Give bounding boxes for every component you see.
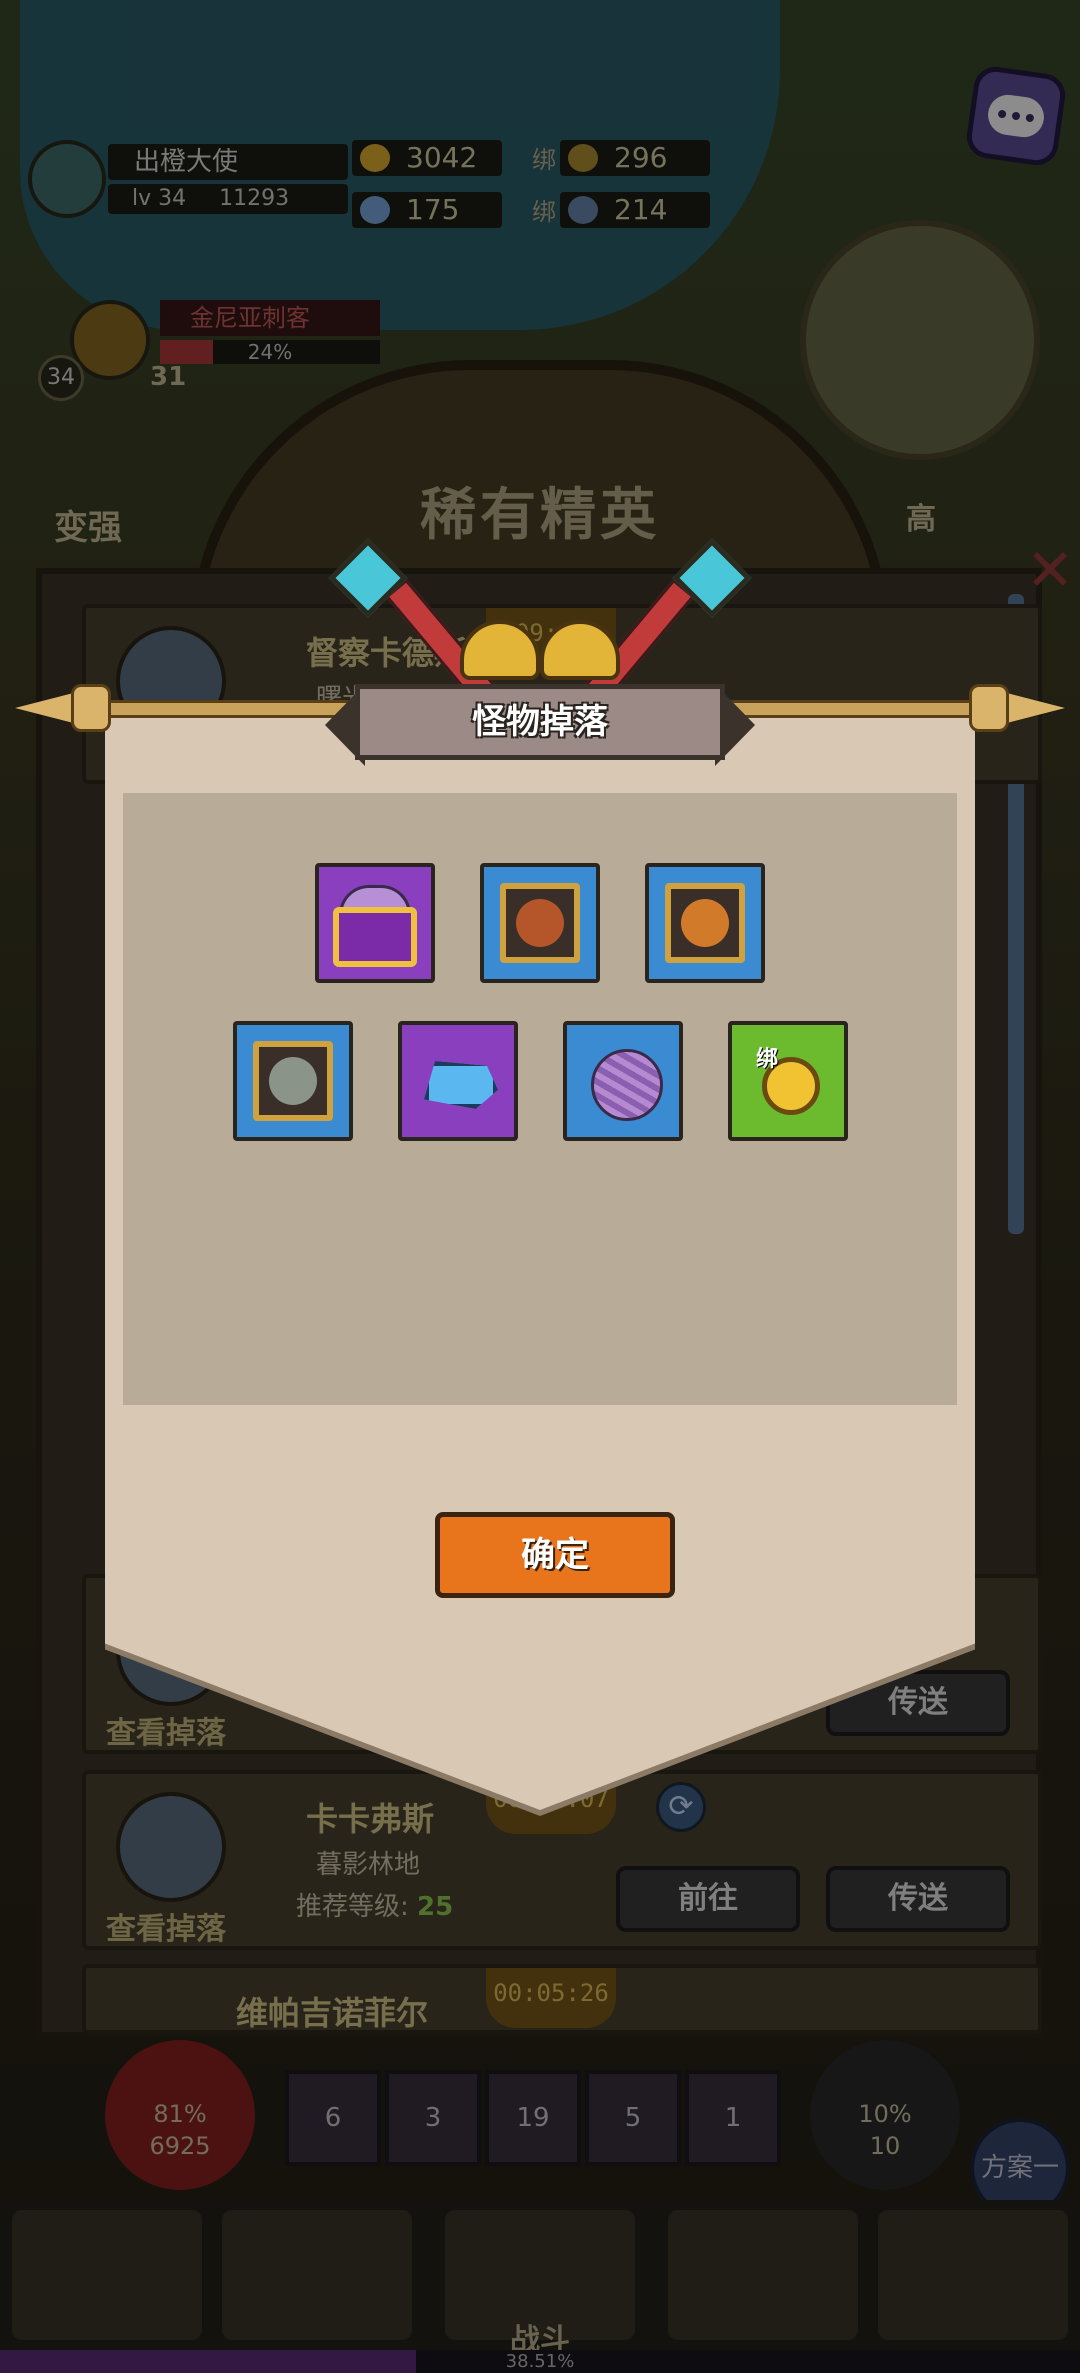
monster-card-icon [665,883,745,963]
bound-tag: 绑 [756,1047,779,1072]
drop-item[interactable] [645,863,765,983]
monster-drop-dialog: 怪物掉落 绑 确定 [15,538,1065,1816]
monster-card-icon [253,1041,333,1121]
dialog-title: 怪物掉落 [472,702,608,742]
drop-item[interactable] [233,1021,353,1141]
confirm-button[interactable]: 确定 [435,1512,675,1598]
drop-item[interactable] [398,1021,518,1141]
drop-item[interactable] [480,863,600,983]
drop-item[interactable] [315,863,435,983]
yarn-ball-icon [591,1049,663,1121]
dialog-title-banner: 怪物掉落 [325,678,755,768]
monster-card-icon [500,883,580,963]
treasure-chest-icon [333,907,417,967]
drop-item[interactable] [563,1021,683,1141]
drop-items-grid: 绑 [123,793,957,1405]
crystal-icon [424,1061,498,1109]
drop-item[interactable]: 绑 [728,1021,848,1141]
